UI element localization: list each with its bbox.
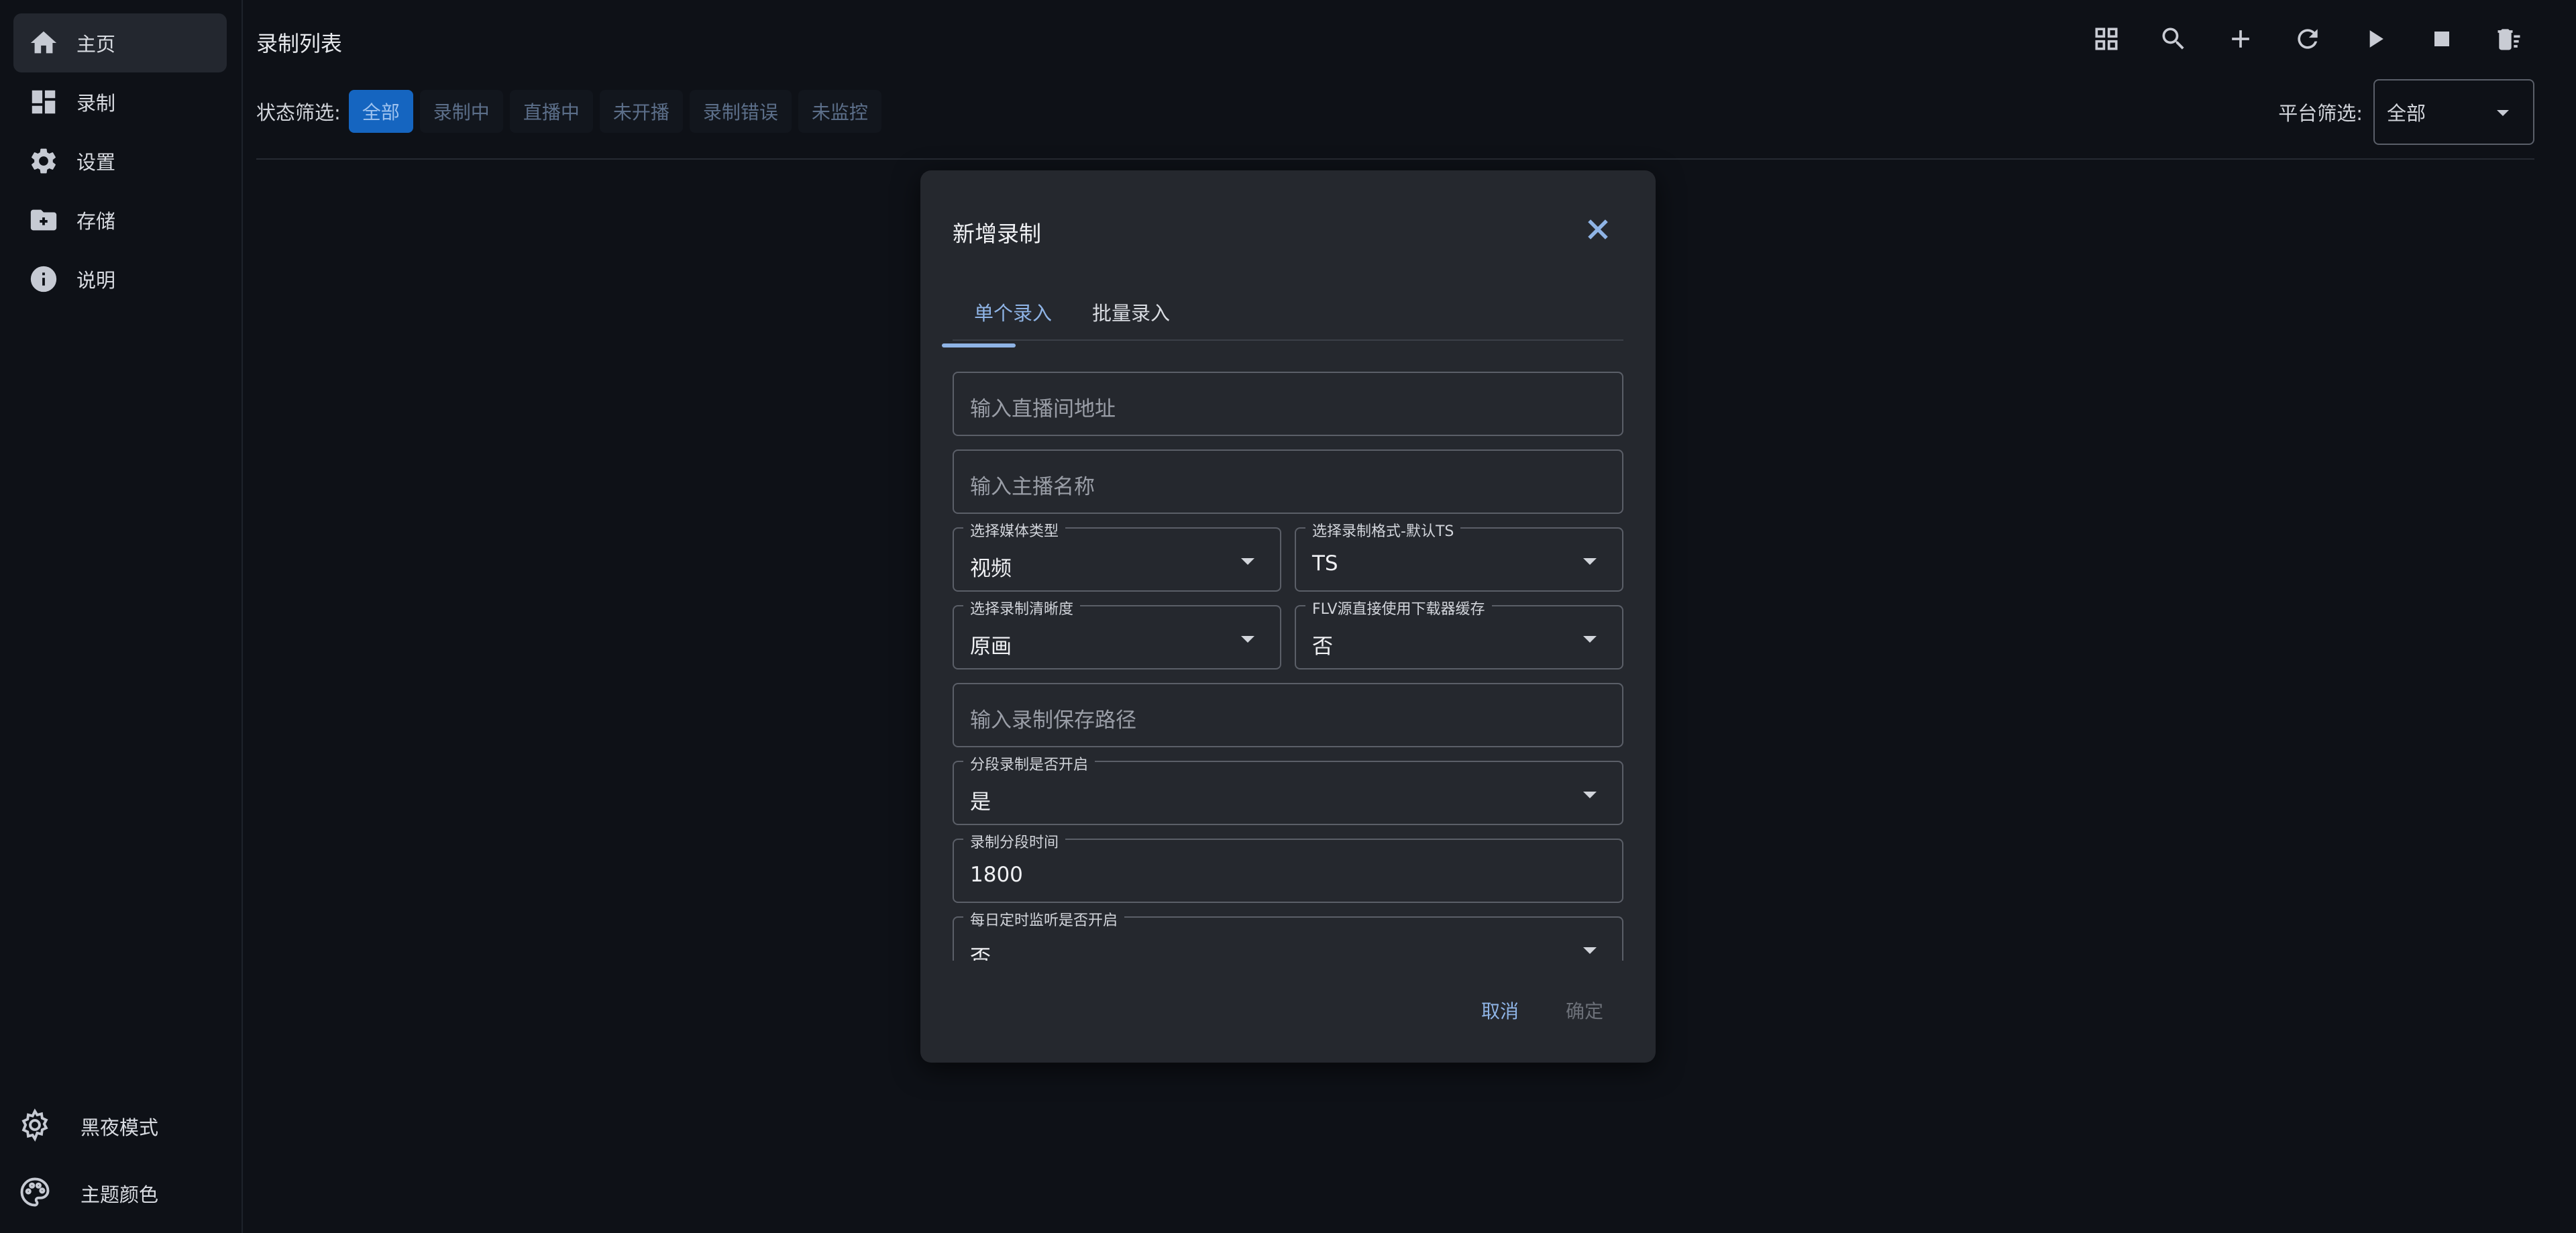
refresh-icon xyxy=(2298,29,2318,49)
add-recording-dialog: 新增录制 单个录入 批量录入 输入直播间地址 输入主播名称 选择媒体类型 视频 xyxy=(920,170,1656,1063)
dialog-title: 新增录制 xyxy=(953,221,1041,247)
sidebar-item-settings[interactable]: 设置 xyxy=(13,131,227,191)
divider xyxy=(256,158,2534,160)
stop-icon xyxy=(2434,32,2449,46)
stop-all-button[interactable] xyxy=(2408,17,2475,60)
platform-select-value: 全部 xyxy=(2387,102,2426,125)
sidebar-item-label: 设置 xyxy=(76,151,116,174)
dark-mode-label: 黑夜模式 xyxy=(80,1116,159,1139)
page-title: 录制列表 xyxy=(256,31,343,56)
segment-time-value: 1800 xyxy=(970,863,1023,887)
record-format-label: 选择录制格式-默认TS xyxy=(1305,519,1461,541)
tab-batch-entry[interactable]: 批量录入 xyxy=(1092,298,1170,339)
status-filter: 状态筛选: 全部 录制中 直播中 未开播 录制错误 未监控 xyxy=(256,90,888,133)
filter-chip-live[interactable]: 直播中 xyxy=(509,90,593,133)
flv-cache-value: 否 xyxy=(1312,635,1333,659)
record-format-value: TS xyxy=(1312,551,1338,576)
sidebar-item-storage[interactable]: 存储 xyxy=(13,191,227,250)
gear-icon xyxy=(28,146,59,176)
chevron-down-icon xyxy=(1583,558,1597,565)
delete-all-button[interactable] xyxy=(2475,17,2542,60)
segment-time-input[interactable]: 录制分段时间 1800 xyxy=(953,830,1623,903)
folder-icon xyxy=(28,205,59,235)
refresh-button[interactable] xyxy=(2274,17,2341,60)
confirm-button[interactable]: 确定 xyxy=(1566,997,1603,1024)
media-type-value: 视频 xyxy=(970,557,1012,581)
play-icon xyxy=(2369,30,2383,48)
sidebar: 主页 录制 设置 存储 说明 黑夜模式 主题颜色 xyxy=(0,0,243,1233)
filter-chip-all[interactable]: 全部 xyxy=(348,90,413,133)
app-root: 主页 录制 设置 存储 说明 黑夜模式 主题颜色 录制列表 状态筛选: 全部 录… xyxy=(0,0,2576,1233)
grid-view-icon xyxy=(2095,28,2118,50)
flv-cache-select[interactable]: FLV源直接使用下载器缓存 否 xyxy=(1295,597,1623,669)
segment-time-label: 录制分段时间 xyxy=(963,830,1066,852)
theme-color-label: 主题颜色 xyxy=(80,1183,159,1206)
chevron-down-icon xyxy=(2497,110,2509,116)
search-icon xyxy=(2162,28,2184,50)
status-filter-label: 状态筛选: xyxy=(256,101,341,124)
save-path-input[interactable]: 输入录制保存路径 xyxy=(953,683,1623,747)
sidebar-item-label: 存储 xyxy=(76,210,116,233)
dashboard-icon xyxy=(28,87,59,117)
chevron-down-icon xyxy=(1583,792,1597,798)
chevron-down-icon xyxy=(1241,636,1254,643)
filter-chip-recording[interactable]: 录制中 xyxy=(419,90,503,133)
record-format-select[interactable]: 选择录制格式-默认TS TS xyxy=(1295,519,1623,592)
segment-enabled-select[interactable]: 分段录制是否开启 是 xyxy=(953,753,1623,825)
sidebar-item-record[interactable]: 录制 xyxy=(13,72,227,131)
sidebar-item-label: 说明 xyxy=(76,269,116,292)
dialog-tabs: 单个录入 批量录入 xyxy=(953,298,1623,341)
add-icon xyxy=(2232,30,2249,48)
room-url-input[interactable]: 输入直播间地址 xyxy=(953,372,1623,436)
home-icon xyxy=(28,28,59,58)
chevron-down-icon xyxy=(1583,947,1597,954)
dark-mode-toggle[interactable]: 黑夜模式 xyxy=(17,1103,232,1150)
tab-single-entry[interactable]: 单个录入 xyxy=(974,298,1052,339)
sidebar-item-home[interactable]: 主页 xyxy=(13,13,227,72)
room-url-placeholder: 输入直播间地址 xyxy=(970,397,1116,421)
quality-select[interactable]: 选择录制清晰度 原画 xyxy=(953,597,1281,669)
segment-enabled-value: 是 xyxy=(970,790,991,814)
segment-enabled-label: 分段录制是否开启 xyxy=(963,753,1095,774)
dark-mode-icon xyxy=(17,1108,52,1145)
sidebar-item-info[interactable]: 说明 xyxy=(13,250,227,309)
form-scroll-area[interactable]: 输入直播间地址 输入主播名称 选择媒体类型 视频 选择录制格式-默认TS TS … xyxy=(953,372,1623,961)
cancel-button[interactable]: 取消 xyxy=(1481,997,1519,1024)
tab-indicator xyxy=(942,343,1016,347)
info-icon xyxy=(28,264,59,294)
delete-icon xyxy=(2498,29,2520,50)
media-type-label: 选择媒体类型 xyxy=(963,519,1066,541)
start-all-button[interactable] xyxy=(2341,17,2408,60)
platform-filter: 平台筛选: 全部 xyxy=(2278,79,2534,145)
add-button[interactable] xyxy=(2207,17,2274,60)
media-type-select[interactable]: 选择媒体类型 视频 xyxy=(953,519,1281,592)
filter-chip-unmonitored[interactable]: 未监控 xyxy=(798,90,881,133)
platform-select[interactable]: 全部 xyxy=(2373,79,2534,145)
toolbar xyxy=(2073,17,2542,60)
dialog-actions: 取消 确定 xyxy=(1434,997,1603,1024)
save-path-placeholder: 输入录制保存路径 xyxy=(970,708,1136,733)
sidebar-item-label: 主页 xyxy=(76,33,116,56)
daily-monitor-value: 否 xyxy=(970,946,991,961)
quality-label: 选择录制清晰度 xyxy=(963,597,1081,619)
streamer-name-input[interactable]: 输入主播名称 xyxy=(953,449,1623,514)
filter-chip-error[interactable]: 录制错误 xyxy=(689,90,792,133)
streamer-name-placeholder: 输入主播名称 xyxy=(970,475,1095,499)
sidebar-item-label: 录制 xyxy=(76,92,116,115)
flv-cache-label: FLV源直接使用下载器缓存 xyxy=(1305,597,1492,619)
quality-value: 原画 xyxy=(970,635,1012,659)
daily-monitor-select[interactable]: 每日定时监听是否开启 否 xyxy=(953,908,1623,961)
filter-chip-offline[interactable]: 未开播 xyxy=(599,90,683,133)
search-button[interactable] xyxy=(2140,17,2207,60)
chevron-down-icon xyxy=(1241,558,1254,565)
close-icon xyxy=(1588,219,1608,239)
platform-filter-label: 平台筛选: xyxy=(2278,102,2363,125)
theme-color-button[interactable]: 主题颜色 xyxy=(17,1170,232,1217)
grid-view-button[interactable] xyxy=(2073,17,2140,60)
daily-monitor-label: 每日定时监听是否开启 xyxy=(963,908,1125,930)
palette-icon xyxy=(17,1175,52,1212)
close-button[interactable] xyxy=(1583,215,1613,244)
chevron-down-icon xyxy=(1583,636,1597,643)
